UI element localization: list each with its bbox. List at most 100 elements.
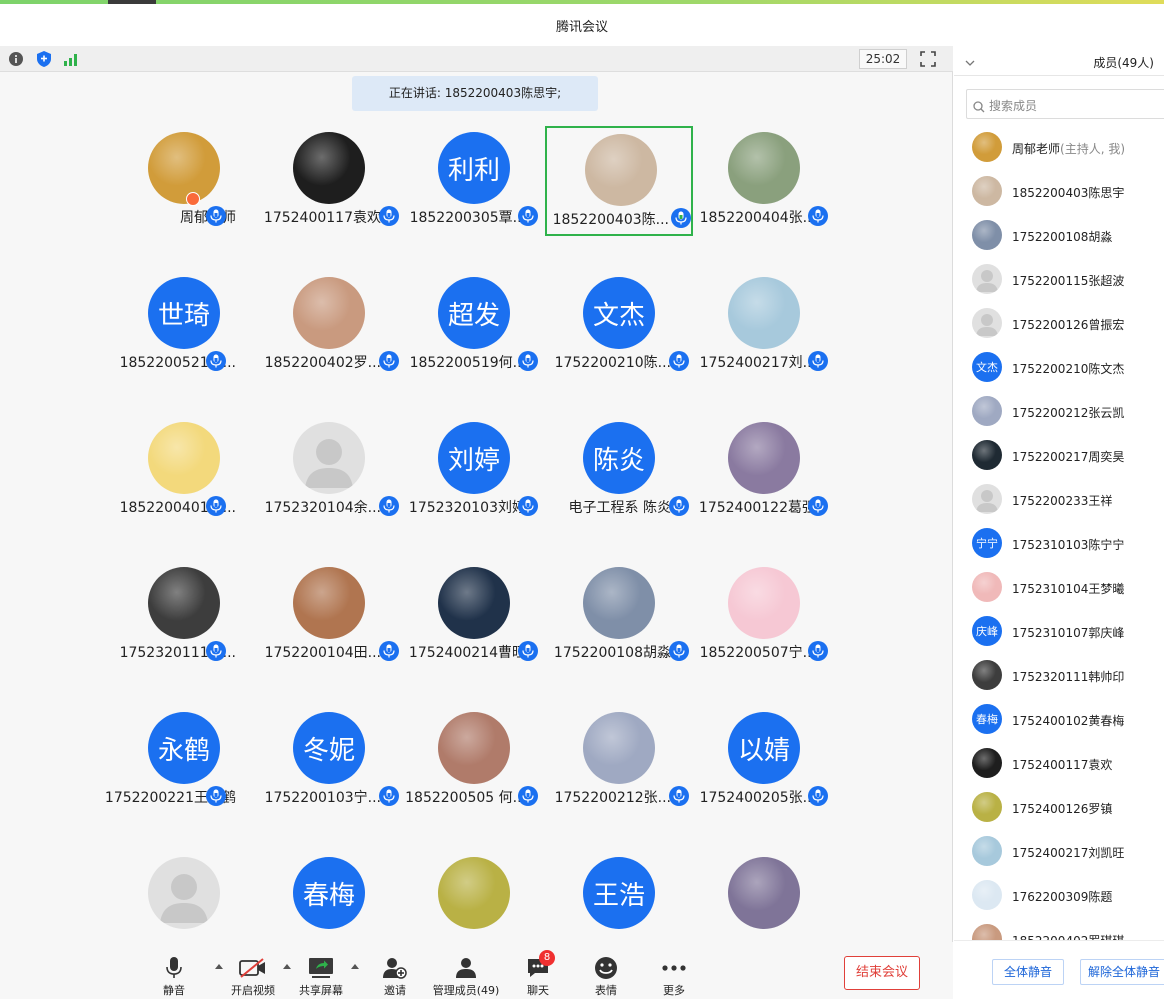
participant-tile[interactable]: 1752320104余... bbox=[255, 416, 403, 526]
participant-tile[interactable]: 1852200403陈... bbox=[545, 126, 693, 236]
participant-avatar bbox=[438, 712, 510, 784]
smiley-icon bbox=[571, 956, 641, 980]
participant-tile[interactable]: 刘婷 1752320103刘婷 bbox=[400, 416, 548, 526]
member-name: 1752400126罗镇 bbox=[1012, 800, 1112, 817]
participant-tile[interactable]: 1752400122葛强 bbox=[690, 416, 838, 526]
signal-strength-icon[interactable] bbox=[63, 51, 79, 67]
member-name: 1752310104王梦曦 bbox=[1012, 580, 1124, 597]
member-name: 1752400102黄春梅 bbox=[1012, 712, 1124, 729]
participant-avatar bbox=[728, 857, 800, 929]
member-avatar bbox=[972, 660, 1002, 690]
participant-tile[interactable]: 1752400217刘... bbox=[690, 271, 838, 381]
member-row[interactable]: 周郁老师(主持人, 我) bbox=[954, 126, 1164, 170]
member-row[interactable]: 1752400117袁欢 bbox=[954, 742, 1164, 786]
member-avatar bbox=[972, 440, 1002, 470]
share-screen-button[interactable]: 共享屏幕 bbox=[286, 956, 356, 998]
participant-name: 1752400117袁欢 bbox=[263, 210, 381, 226]
mute-button[interactable]: 静音 bbox=[139, 956, 209, 998]
member-row[interactable]: 1752310104王梦曦 bbox=[954, 566, 1164, 610]
participant-name: 1852200519何... bbox=[409, 355, 526, 371]
chat-label: 聊天 bbox=[527, 984, 549, 997]
chat-button[interactable]: 8 聊天 bbox=[503, 950, 573, 998]
participant-tile[interactable]: 1752400214曹旺 bbox=[400, 561, 548, 671]
member-row[interactable]: 1752200108胡淼 bbox=[954, 214, 1164, 258]
participant-avatar bbox=[583, 712, 655, 784]
member-name: 1752400117袁欢 bbox=[1012, 756, 1112, 773]
member-search-input[interactable]: 搜索成员 bbox=[966, 89, 1164, 119]
participant-tile[interactable]: 1852200401莫... bbox=[110, 416, 258, 526]
speaking-indicator: 正在讲话: 1852200403陈思宇; bbox=[352, 76, 598, 111]
participant-avatar: 春梅 bbox=[293, 857, 365, 929]
participant-tile[interactable]: 1752320111韩... bbox=[110, 561, 258, 671]
member-row[interactable]: 宁宁 1752310103陈宁宁 bbox=[954, 522, 1164, 566]
member-row[interactable]: 1852200403陈思宇 bbox=[954, 170, 1164, 214]
more-label: 更多 bbox=[663, 984, 685, 997]
participant-tile[interactable]: 1852200404张... bbox=[690, 126, 838, 236]
member-row[interactable]: 1852200402罗琪琪 bbox=[954, 918, 1164, 940]
participant-name: 1852200505 何... bbox=[405, 790, 526, 806]
member-row[interactable]: 1752200217周奕昊 bbox=[954, 434, 1164, 478]
member-row[interactable]: 1752200212张云凯 bbox=[954, 390, 1164, 434]
participant-tile[interactable]: 1852200505 何... bbox=[400, 706, 548, 816]
participant-avatar: 王浩 bbox=[583, 857, 655, 929]
member-row[interactable]: 1762200309陈题 bbox=[954, 874, 1164, 918]
end-meeting-button[interactable]: 结束会议 bbox=[844, 956, 920, 990]
member-name-text: 1752200126曾振宏 bbox=[1012, 318, 1125, 332]
mute-all-button[interactable]: 全体静音 bbox=[992, 959, 1064, 985]
participant-tile[interactable]: 陈炎 电子工程系 陈炎 bbox=[545, 416, 693, 526]
participant-tile[interactable]: 1752200212张... bbox=[545, 706, 693, 816]
participant-avatar bbox=[583, 567, 655, 639]
microphone-status-icon bbox=[518, 496, 538, 516]
participant-avatar: 世琦 bbox=[148, 277, 220, 349]
member-row[interactable]: 1752200233王祥 bbox=[954, 478, 1164, 522]
member-name: 1752200233王祥 bbox=[1012, 492, 1112, 509]
member-row[interactable]: 1752400126罗镇 bbox=[954, 786, 1164, 830]
member-name: 1752200115张超波 bbox=[1012, 272, 1124, 289]
unmute-all-button[interactable]: 解除全体静音 bbox=[1080, 959, 1164, 985]
security-shield-icon[interactable] bbox=[36, 51, 52, 67]
video-off-icon bbox=[218, 956, 288, 980]
participant-tile[interactable]: 1752400117袁欢 bbox=[255, 126, 403, 236]
member-row[interactable]: 1752400217刘凯旺 bbox=[954, 830, 1164, 874]
participant-tile[interactable]: 以婧 1752400205张... bbox=[690, 706, 838, 816]
member-row[interactable]: 庆峰 1752310107郭庆峰 bbox=[954, 610, 1164, 654]
microphone-status-icon bbox=[206, 786, 226, 806]
title-bar: 腾讯会议 bbox=[0, 4, 1164, 46]
participant-avatar: 以婧 bbox=[728, 712, 800, 784]
members-icon bbox=[428, 956, 504, 980]
participant-tile[interactable]: 利利 1852200305覃... bbox=[400, 126, 548, 236]
participant-tile[interactable]: 周郁老师 bbox=[110, 126, 258, 236]
invite-label: 邀请 bbox=[384, 984, 406, 997]
member-row[interactable]: 春梅 1752400102黄春梅 bbox=[954, 698, 1164, 742]
manage-members-label: 管理成员(49) bbox=[432, 984, 500, 997]
member-row[interactable]: 文杰 1752200210陈文杰 bbox=[954, 346, 1164, 390]
participant-tile[interactable]: 1752200104田... bbox=[255, 561, 403, 671]
collapse-chevron-icon[interactable] bbox=[965, 55, 975, 69]
start-video-button[interactable]: 开启视频 bbox=[218, 956, 288, 998]
manage-members-button[interactable]: 管理成员(49) bbox=[428, 956, 504, 998]
members-panel-header: 成员(49人) bbox=[954, 46, 1164, 76]
participant-tile[interactable]: 永鹤 1752200221王永鹤 bbox=[105, 706, 258, 816]
member-row[interactable]: 1752320111韩帅印 bbox=[954, 654, 1164, 698]
participant-tile[interactable]: 冬妮 1752200103宁... bbox=[255, 706, 403, 816]
microphone-status-icon bbox=[206, 351, 226, 371]
add-user-icon bbox=[360, 956, 430, 980]
share-options-caret[interactable] bbox=[351, 964, 359, 969]
participant-tile[interactable]: 世琦 1852200521韦... bbox=[110, 271, 258, 381]
more-button[interactable]: 更多 bbox=[639, 956, 709, 998]
info-icon[interactable] bbox=[8, 51, 24, 67]
participant-tile[interactable]: 超发 1852200519何... bbox=[400, 271, 548, 381]
member-avatar bbox=[972, 308, 1002, 338]
participant-tile[interactable]: 1752200108胡淼 bbox=[545, 561, 693, 671]
participant-tile[interactable]: 1852200507宁... bbox=[690, 561, 838, 671]
participant-name: 1852200403陈... bbox=[552, 212, 669, 228]
participant-avatar: 刘婷 bbox=[438, 422, 510, 494]
member-row[interactable]: 1752200126曾振宏 bbox=[954, 302, 1164, 346]
emoji-button[interactable]: 表情 bbox=[571, 956, 641, 998]
member-name-text: 1752200115张超波 bbox=[1012, 274, 1125, 288]
participant-tile[interactable]: 文杰 1752200210陈... bbox=[545, 271, 693, 381]
invite-button[interactable]: 邀请 bbox=[360, 956, 430, 998]
fullscreen-icon[interactable] bbox=[920, 51, 936, 67]
member-row[interactable]: 1752200115张超波 bbox=[954, 258, 1164, 302]
participant-tile[interactable]: 1852200402罗... bbox=[255, 271, 403, 381]
